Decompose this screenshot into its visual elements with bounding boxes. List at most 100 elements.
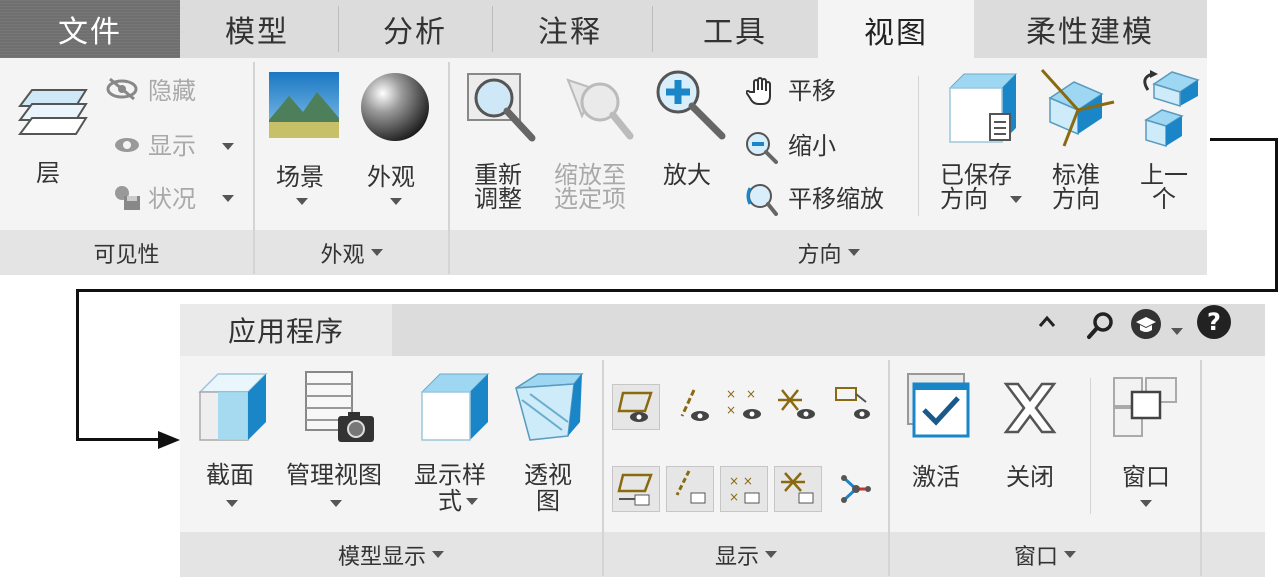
search-icon[interactable] bbox=[1086, 310, 1116, 344]
zoom-out-button[interactable]: 缩小 bbox=[788, 133, 836, 159]
chevron-down-icon[interactable] bbox=[222, 143, 234, 150]
status-button[interactable]: 状况 bbox=[148, 186, 196, 212]
activate-window-icon[interactable] bbox=[906, 372, 972, 444]
svg-text:×: × bbox=[729, 490, 739, 504]
display-style-label-1[interactable]: 显示样 bbox=[414, 462, 486, 488]
section-icon[interactable] bbox=[196, 370, 270, 448]
connector-line bbox=[76, 289, 1278, 292]
zoom-to-selected-label-2[interactable]: 选定项 bbox=[554, 186, 626, 212]
scene-icon[interactable] bbox=[267, 70, 341, 144]
connector-line bbox=[1275, 138, 1278, 292]
collapse-ribbon-icon[interactable] bbox=[1036, 312, 1058, 336]
group-label-appearance[interactable]: 外观 bbox=[255, 230, 448, 275]
display-style-label-2[interactable]: 式 bbox=[438, 488, 462, 514]
window-icon[interactable] bbox=[1110, 374, 1182, 444]
zoom-out-icon bbox=[744, 130, 778, 168]
chevron-down-icon[interactable] bbox=[226, 500, 238, 507]
user-community-icon[interactable] bbox=[1130, 308, 1162, 344]
hide-button[interactable]: 隐藏 bbox=[148, 78, 196, 104]
tab-analysis[interactable]: 分析 bbox=[340, 0, 490, 58]
subgroup-separator bbox=[918, 76, 919, 216]
csys-display-icon[interactable] bbox=[778, 384, 818, 430]
appearance-label[interactable]: 外观 bbox=[367, 164, 415, 190]
layer-label[interactable]: 层 bbox=[36, 160, 60, 186]
point-tag-icon: × × × bbox=[729, 474, 760, 504]
perspective-label-1[interactable]: 透视 bbox=[524, 462, 572, 488]
chevron-down-icon[interactable] bbox=[1170, 322, 1184, 341]
svg-text:×: × bbox=[746, 387, 756, 401]
chevron-down-icon[interactable] bbox=[330, 500, 342, 507]
tab-separator bbox=[338, 6, 339, 52]
chevron-down-icon[interactable] bbox=[1140, 500, 1152, 507]
plane-tag-toggle[interactable] bbox=[612, 466, 660, 512]
tab-model[interactable]: 模型 bbox=[182, 0, 332, 58]
appearance-sphere-icon[interactable] bbox=[358, 70, 432, 148]
display-style-icon[interactable] bbox=[418, 370, 492, 448]
previous-orientation-icon[interactable] bbox=[1132, 68, 1204, 152]
show-button[interactable]: 显示 bbox=[148, 133, 196, 159]
tab-view[interactable]: 视图 bbox=[818, 0, 974, 60]
zoom-in-icon[interactable] bbox=[654, 68, 730, 148]
tab-separator bbox=[492, 6, 493, 52]
tab-tools[interactable]: 工具 bbox=[660, 0, 810, 58]
point-tag-toggle[interactable]: × × × bbox=[720, 466, 768, 512]
axis-display-icon[interactable] bbox=[676, 386, 712, 430]
group-label-text: 模型显示 bbox=[337, 544, 426, 570]
tab-flexible-modeling[interactable]: 柔性建模 bbox=[980, 0, 1200, 58]
chevron-down-icon[interactable] bbox=[390, 198, 402, 205]
zoom-in-label[interactable]: 放大 bbox=[663, 162, 711, 188]
chevron-down-icon[interactable] bbox=[466, 498, 478, 505]
window-label[interactable]: 窗口 bbox=[1122, 464, 1170, 490]
activate-label[interactable]: 激活 bbox=[912, 464, 960, 490]
group-label-display[interactable]: 显示 bbox=[604, 532, 888, 577]
tab-separator bbox=[652, 6, 653, 52]
saved-orientation-label-2[interactable]: 方向 bbox=[940, 186, 988, 212]
zoom-to-selected-icon[interactable] bbox=[560, 72, 636, 150]
perspective-icon[interactable] bbox=[512, 370, 586, 448]
scene-label[interactable]: 场景 bbox=[276, 164, 324, 190]
group-label-text: 方向 bbox=[797, 242, 842, 268]
chevron-down-icon bbox=[370, 249, 383, 256]
group-label-model-display[interactable]: 模型显示 bbox=[180, 532, 602, 577]
spin-center-icon[interactable] bbox=[836, 470, 874, 512]
tab-applications[interactable]: 应用程序 bbox=[180, 304, 392, 356]
svg-text:×: × bbox=[726, 387, 736, 401]
tab-annotate[interactable]: 注释 bbox=[495, 0, 645, 58]
group-label-window[interactable]: 窗口 bbox=[890, 532, 1200, 577]
point-display-icon[interactable]: × × × bbox=[724, 384, 764, 430]
chevron-down-icon bbox=[1064, 551, 1076, 558]
previous-orientation-label-2[interactable]: 个 bbox=[1152, 186, 1176, 212]
hide-icon bbox=[104, 76, 140, 106]
pan-button[interactable]: 平移 bbox=[788, 78, 836, 104]
chevron-down-icon[interactable] bbox=[1010, 196, 1022, 203]
chevron-down-icon[interactable] bbox=[296, 198, 308, 205]
standard-orientation-label-2[interactable]: 方向 bbox=[1052, 186, 1100, 212]
saved-orientation-icon[interactable] bbox=[946, 70, 1022, 150]
plane-display-toggle[interactable] bbox=[612, 384, 660, 430]
tab-file[interactable]: 文件 bbox=[0, 0, 180, 58]
manage-views-icon[interactable] bbox=[302, 370, 380, 448]
manage-views-label[interactable]: 管理视图 bbox=[286, 462, 382, 488]
section-label[interactable]: 截面 bbox=[206, 462, 254, 488]
layers-icon[interactable] bbox=[14, 82, 94, 152]
pan-hand-icon bbox=[744, 76, 778, 110]
perspective-label-2[interactable]: 图 bbox=[536, 488, 560, 514]
refit-icon[interactable] bbox=[466, 72, 542, 150]
datum-plane-icon bbox=[617, 391, 653, 422]
annotation-display-icon[interactable] bbox=[834, 384, 872, 430]
axis-tag-icon bbox=[675, 470, 706, 504]
refit-label-2[interactable]: 调整 bbox=[474, 186, 522, 212]
chevron-down-icon[interactable] bbox=[222, 195, 234, 202]
help-icon[interactable]: ? bbox=[1196, 304, 1232, 344]
standard-orientation-icon[interactable] bbox=[1040, 68, 1120, 152]
svg-text:× ×: × × bbox=[729, 474, 753, 488]
close-label[interactable]: 关闭 bbox=[1006, 464, 1054, 490]
csys-tag-toggle[interactable] bbox=[774, 466, 822, 512]
connector-line bbox=[1210, 138, 1278, 141]
close-window-icon[interactable] bbox=[1000, 378, 1060, 442]
group-label-visibility: 可见性 bbox=[93, 242, 160, 268]
group-label-orientation[interactable]: 方向 bbox=[450, 230, 1207, 275]
group-label-text: 显示 bbox=[714, 544, 759, 570]
pan-zoom-button[interactable]: 平移缩放 bbox=[788, 186, 884, 212]
axis-tag-toggle[interactable] bbox=[666, 466, 714, 512]
